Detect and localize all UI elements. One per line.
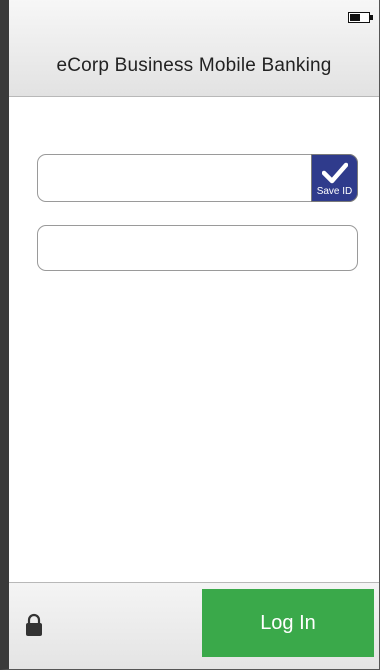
lock-icon <box>26 613 42 636</box>
save-id-checkbox[interactable]: Save ID <box>311 154 358 202</box>
username-field-group: Save ID <box>37 154 358 202</box>
password-input[interactable] <box>37 225 358 271</box>
status-bar <box>9 0 379 36</box>
battery-icon <box>348 12 370 23</box>
login-button[interactable]: Log In <box>202 589 374 657</box>
battery-level-fill <box>350 14 360 21</box>
page-title: eCorp Business Mobile Banking <box>56 55 332 76</box>
device-frame: eCorp Business Mobile Banking Save ID Lo… <box>0 0 380 670</box>
bottom-toolbar: Log In <box>9 582 379 669</box>
battery-tip <box>370 15 373 20</box>
save-id-label: Save ID <box>316 186 353 197</box>
checkmark-icon <box>322 162 348 184</box>
username-input[interactable] <box>37 154 358 202</box>
app-header: eCorp Business Mobile Banking <box>9 36 379 97</box>
